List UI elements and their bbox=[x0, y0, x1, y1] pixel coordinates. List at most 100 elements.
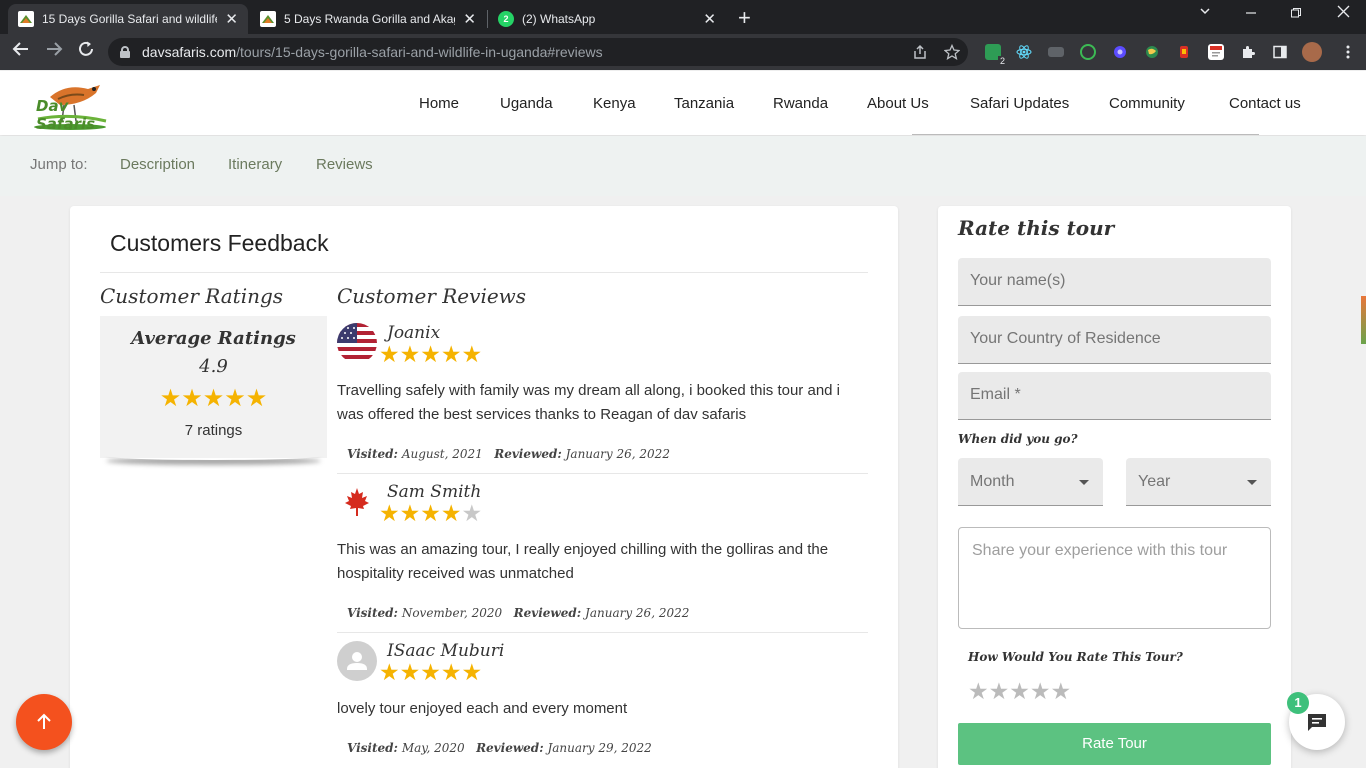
star-icon: ★ bbox=[202, 385, 225, 412]
reload-icon[interactable] bbox=[77, 40, 95, 63]
visited-label: Visited: bbox=[347, 447, 398, 461]
close-tab-icon[interactable]: ✕ bbox=[463, 10, 476, 28]
dav-safaris-favicon-icon bbox=[260, 11, 276, 27]
country-input[interactable]: Your Country of Residence bbox=[958, 316, 1271, 364]
star-icon: ★ bbox=[224, 385, 246, 412]
visited-label: Visited: bbox=[347, 741, 398, 755]
user-avatar-icon bbox=[337, 641, 377, 681]
jump-itinerary-link[interactable]: Itinerary bbox=[228, 156, 282, 173]
close-tab-icon[interactable]: ✕ bbox=[225, 10, 238, 28]
minimize-icon[interactable] bbox=[1245, 6, 1257, 23]
share-icon[interactable] bbox=[912, 44, 928, 63]
lock-icon[interactable] bbox=[120, 46, 130, 58]
rate-star-4-icon[interactable]: ★ bbox=[1030, 678, 1051, 704]
address-bar[interactable]: davsafaris.com/tours/15-days-gorilla-saf… bbox=[108, 38, 968, 66]
shield-extension-icon[interactable]: 2 bbox=[985, 44, 1007, 66]
chat-icon bbox=[1308, 714, 1326, 731]
nav-community[interactable]: Community bbox=[1109, 95, 1185, 112]
new-tab-icon[interactable]: + bbox=[738, 5, 751, 31]
jump-to-bar: Jump to: Description Itinerary Reviews bbox=[0, 136, 1366, 196]
star-icon: ★ bbox=[461, 341, 483, 367]
rate-tour-button[interactable]: Rate Tour bbox=[958, 723, 1271, 765]
nav-about-us[interactable]: About Us bbox=[867, 95, 929, 112]
browser-tab-rwanda-gorilla[interactable]: 5 Days Rwanda Gorilla and Akagera ✕ bbox=[250, 4, 486, 34]
reviewed-date: January 26, 2022 bbox=[565, 447, 670, 461]
review-meta: Visited: August, 2021 Reviewed: January … bbox=[347, 447, 670, 461]
whatsapp-icon: 2 bbox=[498, 11, 514, 27]
dropdown-arrow-icon bbox=[1247, 480, 1257, 485]
visited-date: May, 2020 bbox=[401, 741, 465, 755]
month-select[interactable]: Month bbox=[958, 458, 1103, 506]
review-text: This was an amazing tour, I really enjoy… bbox=[337, 541, 829, 582]
dropdown-arrow-icon bbox=[1079, 480, 1089, 485]
browser-tab-whatsapp[interactable]: 2 (2) WhatsApp ✕ bbox=[488, 4, 726, 34]
reviewer-name: ISaac Muburi bbox=[387, 641, 505, 661]
red-extension-icon[interactable] bbox=[1176, 44, 1192, 60]
arrow-up-icon bbox=[37, 713, 51, 729]
tab-search-chevron-icon[interactable] bbox=[1199, 4, 1211, 21]
url-path: /tours/15-days-gorilla-safari-and-wildli… bbox=[236, 44, 603, 60]
review-meta: Visited: November, 2020 Reviewed: Januar… bbox=[347, 606, 689, 620]
profile-avatar[interactable] bbox=[1302, 42, 1322, 62]
browser-tab-gorilla-safari[interactable]: 15 Days Gorilla Safari and wildlife ✕ bbox=[8, 4, 248, 34]
ratings-count: 7 ratings bbox=[184, 422, 243, 439]
star-icon: ★ bbox=[379, 500, 400, 526]
more-menu-icon[interactable] bbox=[1340, 44, 1356, 60]
rate-star-5-icon[interactable]: ★ bbox=[1051, 678, 1072, 704]
year-select[interactable]: Year bbox=[1126, 458, 1271, 506]
scroll-to-top-button[interactable] bbox=[16, 694, 72, 750]
reviewed-label: Reviewed: bbox=[494, 447, 562, 461]
empty-star-icon: ★ bbox=[461, 500, 483, 526]
star-icon: ★ bbox=[159, 385, 182, 412]
extension-icon[interactable] bbox=[1048, 47, 1064, 57]
average-rating-value: 4.9 bbox=[199, 356, 228, 377]
nav-home[interactable]: Home bbox=[419, 95, 459, 112]
jump-reviews-link[interactable]: Reviews bbox=[316, 156, 373, 173]
how-rate-label: How Would You Rate This Tour? bbox=[968, 650, 1183, 664]
puzzle-extensions-icon[interactable] bbox=[1240, 44, 1256, 60]
header-divider bbox=[912, 134, 1259, 135]
doc-extension-icon[interactable] bbox=[1208, 44, 1224, 60]
star-icon: ★ bbox=[181, 385, 203, 412]
when-label: When did you go? bbox=[958, 432, 1078, 446]
star-icon: ★ bbox=[420, 341, 441, 367]
email-input[interactable]: Email * bbox=[958, 372, 1271, 420]
rate-star-1-icon[interactable]: ★ bbox=[968, 678, 989, 704]
side-panel-icon[interactable] bbox=[1272, 44, 1288, 60]
bookmark-star-icon[interactable] bbox=[943, 43, 961, 63]
nav-contact-us[interactable]: Contact us bbox=[1229, 95, 1301, 112]
experience-textarea[interactable]: Share your experience with this tour bbox=[958, 527, 1271, 629]
chat-button[interactable]: 1 bbox=[1287, 692, 1345, 750]
star-icon: ★ bbox=[440, 341, 462, 367]
close-window-icon[interactable] bbox=[1337, 5, 1350, 22]
review-meta: Visited: May, 2020 Reviewed: January 29,… bbox=[347, 741, 652, 755]
dav-safaris-logo[interactable]: Dav Safaris bbox=[30, 79, 112, 133]
rating-input-stars: ★★★★★ bbox=[968, 678, 1071, 705]
sparkle-extension-icon[interactable] bbox=[1112, 44, 1128, 60]
globe-extension-icon[interactable] bbox=[1144, 44, 1160, 60]
star-icon: ★ bbox=[379, 659, 400, 685]
reviewed-label: Reviewed: bbox=[476, 741, 544, 755]
average-ratings-box: Average Ratings 4.9 ★★★★★ 7 ratings bbox=[100, 316, 327, 458]
rate-star-3-icon[interactable]: ★ bbox=[1009, 678, 1030, 704]
star-icon: ★ bbox=[245, 385, 268, 412]
nav-uganda[interactable]: Uganda bbox=[500, 95, 553, 112]
react-devtools-icon[interactable] bbox=[1016, 44, 1032, 60]
name-input[interactable]: Your name(s) bbox=[958, 258, 1271, 306]
nav-kenya[interactable]: Kenya bbox=[593, 95, 636, 112]
circle-extension-icon[interactable] bbox=[1080, 44, 1096, 60]
site-header: Dav Safaris Home Uganda Kenya Tanzania R… bbox=[0, 71, 1366, 135]
close-tab-icon[interactable]: ✕ bbox=[703, 10, 716, 28]
nav-rwanda[interactable]: Rwanda bbox=[773, 95, 828, 112]
back-arrow-icon[interactable] bbox=[12, 40, 30, 63]
nav-safari-updates[interactable]: Safari Updates bbox=[970, 95, 1069, 112]
rate-star-2-icon[interactable]: ★ bbox=[989, 678, 1010, 704]
scrollbar-thumb[interactable] bbox=[1361, 296, 1366, 344]
review-stars: ★★★★★ bbox=[379, 341, 482, 368]
forward-arrow-icon[interactable] bbox=[45, 40, 63, 63]
jump-description-link[interactable]: Description bbox=[120, 156, 195, 173]
star-icon: ★ bbox=[440, 500, 462, 526]
feedback-title: Customers Feedback bbox=[110, 230, 329, 256]
nav-tanzania[interactable]: Tanzania bbox=[674, 95, 734, 112]
restore-icon[interactable] bbox=[1290, 6, 1302, 23]
